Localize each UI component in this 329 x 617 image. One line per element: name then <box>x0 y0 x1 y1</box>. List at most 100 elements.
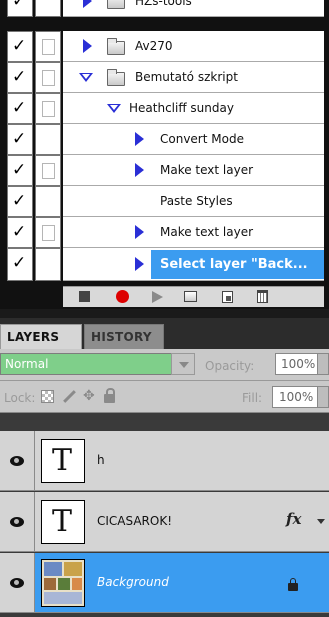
selection-highlight: Select layer "Back... <box>151 250 324 279</box>
toggle-item-checkbox[interactable]: ✓ <box>7 186 33 217</box>
actions-toolbar <box>63 286 324 307</box>
action-step-row[interactable]: ✓ Make text layer <box>0 155 324 186</box>
toggle-item-checkbox[interactable]: ✓ <box>7 93 33 124</box>
action-row-body[interactable]: Select layer "Back... <box>63 248 324 281</box>
dialog-box-icon <box>42 101 55 117</box>
action-row-body[interactable]: Av270 <box>63 31 324 62</box>
layer-row[interactable]: T h <box>0 431 329 491</box>
toggle-item-checkbox[interactable]: ✓ <box>7 217 33 248</box>
toggle-dialog-checkbox[interactable] <box>35 0 61 17</box>
stop-icon[interactable] <box>79 291 90 302</box>
toggle-dialog-checkbox[interactable] <box>35 31 61 62</box>
toggle-dialog-checkbox[interactable] <box>35 93 61 124</box>
blend-mode-select[interactable]: Normal <box>0 353 195 375</box>
toggle-dialog-checkbox[interactable] <box>35 186 61 217</box>
folder-icon <box>107 69 125 86</box>
lock-label: Lock: <box>4 391 36 405</box>
check-icon: ✓ <box>12 36 27 56</box>
action-set-row[interactable]: ✓ HZs-tools <box>0 0 324 17</box>
toggle-item-checkbox[interactable]: ✓ <box>7 31 33 62</box>
action-set-label: Av270 <box>135 39 173 53</box>
dialog-box-icon <box>42 163 55 179</box>
lock-icon <box>288 578 298 591</box>
dialog-box-icon <box>42 225 55 241</box>
visibility-toggle[interactable] <box>0 553 35 612</box>
text-layer-icon: T <box>52 443 73 478</box>
visibility-toggle[interactable] <box>0 492 35 551</box>
visibility-toggle[interactable] <box>0 431 35 490</box>
layer-name: h <box>97 453 105 467</box>
action-row[interactable]: ✓ Heathcliff sunday <box>0 93 324 124</box>
check-icon: ✓ <box>12 129 27 149</box>
new-action-icon[interactable] <box>222 291 233 303</box>
new-set-icon[interactable] <box>184 291 197 302</box>
layer-thumbnail: T <box>41 439 85 483</box>
action-set-row[interactable]: ✓ Bemutató szkript <box>0 62 324 93</box>
expand-triangle-icon[interactable] <box>135 257 144 271</box>
action-label: Heathcliff sunday <box>129 101 234 115</box>
action-step-row[interactable]: ✓ Make text layer <box>0 217 324 248</box>
check-icon: ✓ <box>12 98 27 118</box>
tab-layers[interactable]: LAYERS <box>0 324 82 349</box>
toggle-dialog-checkbox[interactable] <box>35 124 61 155</box>
lock-image-pixels-icon[interactable] <box>60 390 76 404</box>
action-row-body[interactable]: Paste Styles <box>63 186 324 217</box>
actions-panel: ✓ HZs-tools ✓ Av270 ✓ Bemutató szkript ✓ <box>0 0 329 309</box>
action-step-label: Make text layer <box>160 225 254 239</box>
toggle-item-checkbox[interactable]: ✓ <box>7 62 33 93</box>
action-step-row[interactable]: ✓ Paste Styles <box>0 186 324 217</box>
trash-icon[interactable] <box>257 290 268 303</box>
check-icon: ✓ <box>12 191 27 211</box>
lock-all-icon[interactable] <box>104 388 115 403</box>
toggle-item-checkbox[interactable]: ✓ <box>7 248 33 281</box>
expand-triangle-icon[interactable] <box>83 39 92 53</box>
action-row-body[interactable]: Make text layer <box>63 155 324 186</box>
action-step-label: Paste Styles <box>160 194 233 208</box>
collapse-triangle-icon[interactable] <box>107 104 121 113</box>
tab-history[interactable]: HISTORY <box>84 324 164 349</box>
action-row-body[interactable]: HZs-tools <box>63 0 324 17</box>
fill-label: Fill: <box>242 391 263 405</box>
expand-triangle-icon[interactable] <box>135 163 144 177</box>
action-row-body[interactable]: Make text layer <box>63 217 324 248</box>
toggle-item-checkbox[interactable]: ✓ <box>7 0 33 17</box>
toggle-dialog-checkbox[interactable] <box>35 155 61 186</box>
fx-icon[interactable]: fx <box>286 510 301 528</box>
action-set-row[interactable]: ✓ Av270 <box>0 31 324 62</box>
toggle-item-checkbox[interactable]: ✓ <box>7 124 33 155</box>
layers-panel: LAYERS HISTORY Normal Opacity: 100% Lock… <box>0 318 329 617</box>
play-icon[interactable] <box>152 291 163 303</box>
action-row-body[interactable]: Convert Mode <box>63 124 324 155</box>
chevron-down-icon[interactable] <box>171 353 195 375</box>
layer-row-selected[interactable]: Background <box>0 553 329 613</box>
toggle-dialog-checkbox[interactable] <box>35 248 61 281</box>
action-step-row[interactable]: ✓ Convert Mode <box>0 124 324 155</box>
eye-icon <box>10 517 24 527</box>
action-row-body[interactable]: Bemutató szkript <box>63 62 324 93</box>
layer-name: CICASAROK! <box>97 514 173 528</box>
lock-position-icon[interactable]: ✥ <box>83 389 97 403</box>
expand-triangle-icon[interactable] <box>135 132 144 146</box>
check-icon: ✓ <box>12 67 27 87</box>
action-step-row-selected[interactable]: ✓ Select layer "Back... <box>0 248 324 281</box>
dialog-box-icon <box>42 39 55 55</box>
chevron-down-icon[interactable] <box>317 519 325 524</box>
action-step-label: Make text layer <box>160 163 254 177</box>
fill-input[interactable]: 100% <box>272 386 318 408</box>
collapse-triangle-icon[interactable] <box>79 73 93 82</box>
toggle-dialog-checkbox[interactable] <box>35 217 61 248</box>
opacity-slider-button[interactable] <box>318 353 329 375</box>
opacity-label: Opacity: <box>205 359 255 373</box>
action-row-body[interactable]: Heathcliff sunday <box>63 93 324 124</box>
eye-icon <box>10 578 24 588</box>
toggle-dialog-checkbox[interactable] <box>35 62 61 93</box>
expand-triangle-icon[interactable] <box>135 225 144 239</box>
layer-row[interactable]: T CICASAROK! fx <box>0 492 329 552</box>
lock-transparent-pixels-icon[interactable] <box>41 390 54 403</box>
opacity-input[interactable]: 100% <box>275 353 318 375</box>
toggle-item-checkbox[interactable]: ✓ <box>7 155 33 186</box>
expand-triangle-icon[interactable] <box>83 0 92 8</box>
fill-slider-button[interactable] <box>318 386 329 408</box>
record-icon[interactable] <box>116 290 129 303</box>
panel-tabs: LAYERS HISTORY <box>0 318 329 349</box>
